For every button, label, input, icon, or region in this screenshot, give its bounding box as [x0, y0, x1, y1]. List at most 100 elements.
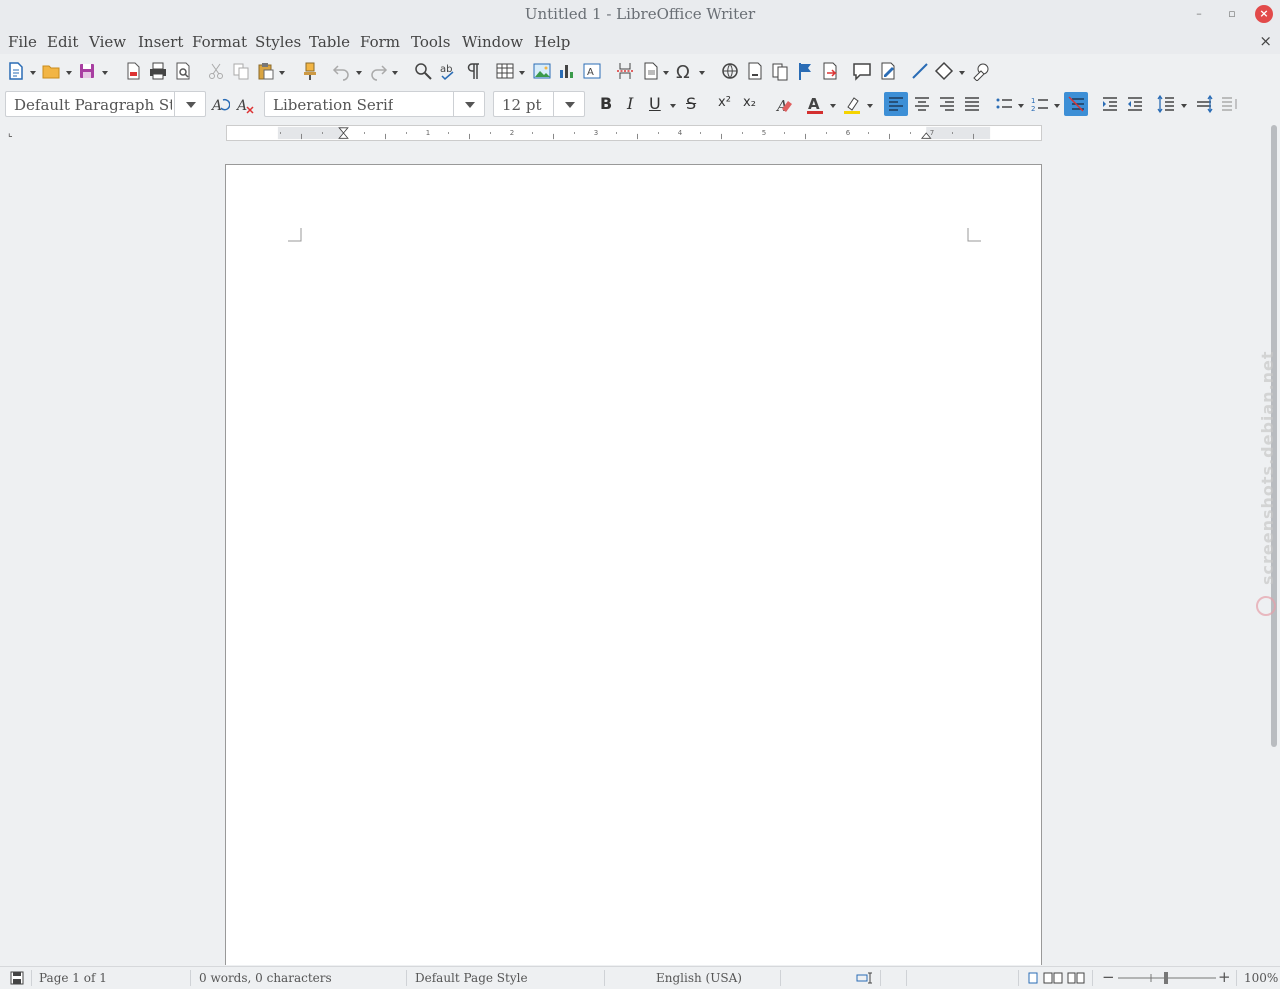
clear-formatting-icon[interactable]: A — [774, 95, 794, 115]
menu-edit[interactable]: Edit — [47, 33, 78, 51]
print-preview-icon[interactable] — [173, 61, 193, 81]
document-modified-icon[interactable] — [10, 971, 24, 985]
italic-button[interactable]: I — [627, 94, 633, 113]
font-color-icon[interactable]: A — [805, 95, 825, 115]
comment-icon[interactable] — [852, 61, 872, 81]
no-list-icon[interactable] — [1066, 94, 1086, 114]
bold-button[interactable]: B — [600, 94, 612, 113]
document-page[interactable] — [225, 164, 1042, 965]
zoom-slider[interactable] — [1118, 971, 1216, 985]
find-replace-icon[interactable] — [413, 61, 433, 81]
font-color-dropdown-arrow[interactable] — [830, 104, 836, 108]
underline-button[interactable]: U — [649, 94, 661, 113]
redo-icon[interactable] — [368, 61, 388, 81]
new-document-icon[interactable] — [6, 61, 26, 81]
table-dropdown-arrow[interactable] — [519, 71, 525, 75]
paragraph-style-combo[interactable]: Default Paragraph Style — [5, 91, 206, 117]
redo-dropdown-arrow[interactable] — [392, 71, 398, 75]
paste-dropdown-arrow[interactable] — [279, 71, 285, 75]
paragraph-style-dropdown[interactable] — [174, 92, 205, 116]
print-icon[interactable] — [148, 61, 168, 81]
menu-styles[interactable]: Styles — [255, 33, 301, 51]
superscript-button[interactable]: x² — [718, 95, 731, 110]
horizontal-ruler[interactable]: 1 2 3 4 5 6 7 — [226, 125, 1042, 141]
bullet-list-icon[interactable] — [994, 94, 1014, 114]
menu-form[interactable]: Form — [360, 33, 400, 51]
menu-view[interactable]: View — [89, 33, 126, 51]
copy-icon[interactable] — [231, 61, 251, 81]
multi-page-view-icon[interactable] — [1043, 972, 1063, 984]
align-left-icon[interactable] — [886, 94, 906, 114]
cut-icon[interactable] — [206, 61, 226, 81]
align-right-icon[interactable] — [937, 94, 957, 114]
strikethrough-button[interactable]: S — [686, 94, 696, 113]
decrease-paragraph-spacing-icon[interactable] — [1219, 94, 1239, 114]
page-break-icon[interactable] — [615, 61, 635, 81]
field-dropdown-arrow[interactable] — [663, 71, 669, 75]
font-size-combo[interactable]: 12 pt — [493, 91, 585, 117]
menu-window[interactable]: Window — [462, 33, 523, 51]
subscript-button[interactable]: x₂ — [743, 95, 756, 110]
paste-icon[interactable] — [256, 61, 276, 81]
cross-reference-icon[interactable] — [820, 61, 840, 81]
menu-format[interactable]: Format — [192, 33, 247, 51]
increase-paragraph-spacing-icon[interactable] — [1194, 94, 1214, 114]
insert-chart-icon[interactable] — [557, 61, 577, 81]
menu-tools[interactable]: Tools — [411, 33, 450, 51]
single-page-view-icon[interactable] — [1027, 972, 1039, 984]
menu-insert[interactable]: Insert — [138, 33, 183, 51]
undo-dropdown-arrow[interactable] — [356, 71, 362, 75]
close-window-button[interactable]: × — [1255, 5, 1273, 23]
track-changes-icon[interactable] — [878, 61, 898, 81]
minimize-button[interactable]: – — [1190, 5, 1208, 23]
decrease-indent-icon[interactable] — [1125, 94, 1145, 114]
undo-icon[interactable] — [332, 61, 352, 81]
page-count[interactable]: Page 1 of 1 — [39, 971, 107, 985]
increase-indent-icon[interactable] — [1100, 94, 1120, 114]
bookmark-icon[interactable] — [795, 61, 815, 81]
zoom-out-button[interactable]: − — [1102, 968, 1115, 986]
open-folder-icon[interactable] — [41, 61, 61, 81]
shapes-dropdown-arrow[interactable] — [959, 71, 965, 75]
insert-image-icon[interactable] — [532, 61, 552, 81]
bullet-dropdown-arrow[interactable] — [1018, 104, 1024, 108]
insert-line-icon[interactable] — [910, 61, 930, 81]
new-style-icon[interactable]: A — [235, 95, 255, 115]
zoom-level[interactable]: 100% — [1244, 971, 1278, 985]
font-size-dropdown[interactable] — [553, 92, 584, 116]
open-dropdown-arrow[interactable] — [66, 71, 72, 75]
update-style-icon[interactable]: A — [210, 95, 230, 115]
special-character-icon[interactable]: Ω — [675, 61, 695, 81]
footnote-icon[interactable] — [745, 61, 765, 81]
basic-shapes-icon[interactable] — [934, 61, 954, 81]
language[interactable]: English (USA) — [656, 971, 742, 985]
insert-field-icon[interactable] — [641, 61, 661, 81]
align-center-icon[interactable] — [912, 94, 932, 114]
zoom-in-button[interactable]: + — [1218, 968, 1231, 986]
numbered-list-icon[interactable]: 12 — [1030, 94, 1050, 114]
close-document-button[interactable]: × — [1259, 32, 1272, 50]
special-character-dropdown-arrow[interactable] — [699, 71, 705, 75]
font-name-dropdown[interactable] — [453, 92, 484, 116]
justify-icon[interactable] — [962, 94, 982, 114]
hyperlink-icon[interactable] — [720, 61, 740, 81]
save-dropdown-arrow[interactable] — [102, 71, 108, 75]
word-count[interactable]: 0 words, 0 characters — [199, 971, 332, 985]
selection-mode-icon[interactable] — [856, 972, 874, 984]
tab-stop-selector[interactable]: ⌞ — [8, 128, 13, 139]
insert-textbox-icon[interactable]: A — [582, 61, 602, 81]
numbered-dropdown-arrow[interactable] — [1054, 104, 1060, 108]
insert-table-icon[interactable] — [495, 61, 515, 81]
export-pdf-icon[interactable] — [123, 61, 143, 81]
save-icon[interactable] — [77, 61, 97, 81]
menu-table[interactable]: Table — [309, 33, 350, 51]
clone-formatting-icon[interactable] — [300, 61, 320, 81]
endnote-icon[interactable] — [770, 61, 790, 81]
formatting-marks-icon[interactable] — [463, 61, 483, 81]
restore-button[interactable]: ▫ — [1223, 5, 1241, 23]
draw-functions-icon[interactable] — [971, 61, 991, 81]
zoom-slider-thumb[interactable] — [1164, 972, 1168, 984]
highlight-dropdown-arrow[interactable] — [867, 104, 873, 108]
font-name-combo[interactable]: Liberation Serif — [264, 91, 485, 117]
book-view-icon[interactable] — [1067, 972, 1085, 984]
